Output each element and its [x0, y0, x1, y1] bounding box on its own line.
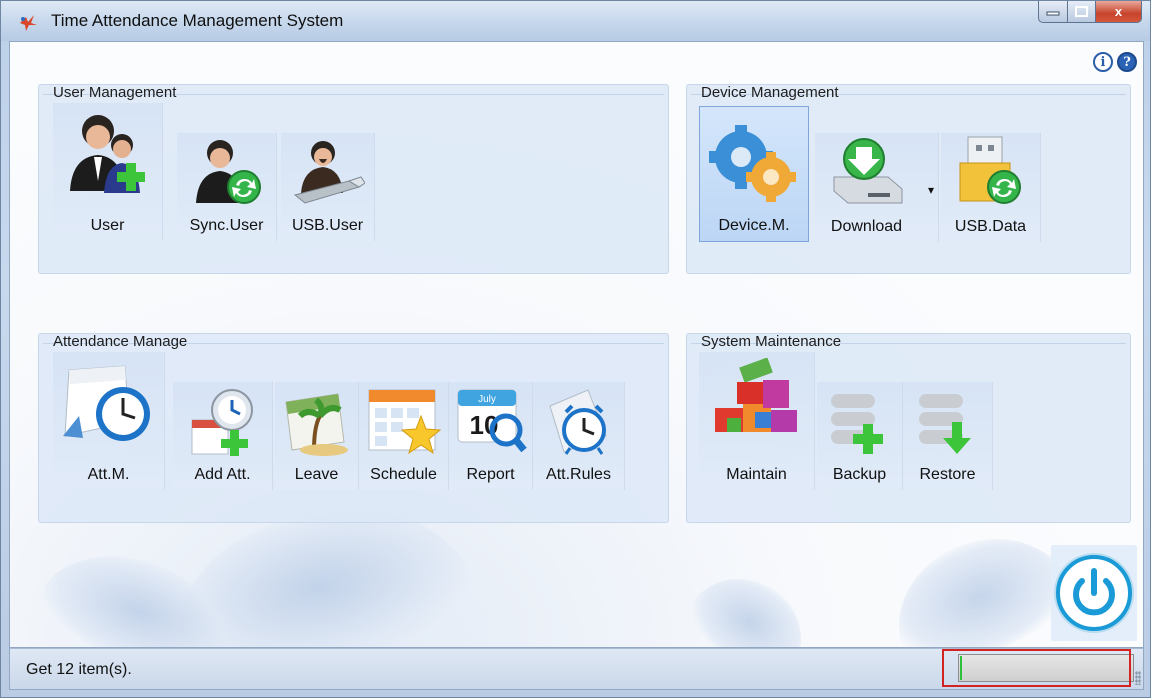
attendance-manage-group: Attendance Manage Att.M. Add Att. Leave … [38, 333, 669, 523]
device-manage-label: Device.M. [718, 217, 790, 234]
backup-button[interactable]: Backup [817, 382, 903, 490]
leave-icon [284, 393, 348, 456]
maintain-label: Maintain [726, 466, 787, 483]
group-title: System Maintenance [701, 333, 842, 350]
attendance-rules-button[interactable]: Att.Rules [533, 382, 625, 490]
add-attendance-label: Add Att. [194, 466, 251, 483]
report-button[interactable]: July 10 Report [449, 382, 533, 490]
maximize-icon [1074, 5, 1088, 17]
report-month: July [478, 394, 496, 405]
usb-user-label: USB.User [291, 217, 364, 234]
help-icon[interactable]: ? [1117, 52, 1137, 72]
download-label: Download [830, 218, 903, 235]
download-button[interactable]: Download ▾ [815, 133, 939, 242]
add-attendance-button[interactable]: Add Att. [173, 382, 273, 490]
gears-icon [709, 125, 796, 202]
user-button[interactable]: User [53, 103, 163, 241]
main-panel: i ? User Management User Sync.User USB.U… [9, 41, 1144, 648]
dropdown-arrow-icon[interactable]: ▾ [928, 183, 934, 197]
sync-user-label: Sync.User [189, 217, 264, 234]
alarm-clock-icon [548, 389, 607, 455]
schedule-button[interactable]: Schedule [359, 382, 449, 490]
download-drive-icon [833, 138, 903, 204]
restore-button[interactable]: Restore [903, 382, 993, 490]
minimize-button[interactable] [1038, 1, 1068, 23]
calendar-clock-icon [62, 365, 150, 441]
close-icon: x [1114, 4, 1123, 19]
maintain-button[interactable]: Maintain [699, 352, 815, 490]
minimize-icon [1046, 11, 1060, 15]
window-title: Time Attendance Management System [51, 11, 344, 30]
group-title: Attendance Manage [53, 333, 188, 350]
schedule-label: Schedule [370, 466, 437, 483]
user-sync-icon [195, 140, 261, 204]
report-label: Report [466, 466, 515, 483]
sync-user-button[interactable]: Sync.User [177, 133, 277, 241]
resize-grip[interactable] [1135, 671, 1141, 685]
status-text: Get 12 item(s). [26, 661, 132, 678]
usb-data-button[interactable]: USB.Data [941, 133, 1041, 242]
title-bar[interactable]: Time Attendance Management System x [1, 1, 1150, 41]
usb-data-label: USB.Data [954, 218, 1027, 235]
group-title: User Management [53, 84, 177, 101]
device-manage-button[interactable]: Device.M. [699, 106, 809, 242]
leave-label: Leave [294, 466, 339, 483]
power-icon [1056, 555, 1132, 631]
power-button[interactable] [1051, 545, 1137, 641]
database-restore-icon [918, 394, 971, 454]
info-icon[interactable]: i [1093, 52, 1113, 72]
attendance-manage-button[interactable]: Att.M. [53, 352, 165, 490]
system-maintenance-group: System Maintenance Maintain Backup Resto… [686, 333, 1131, 523]
schedule-icon [368, 389, 441, 455]
database-add-icon [830, 394, 883, 454]
attendance-manage-label: Att.M. [87, 466, 130, 483]
user-label: User [90, 217, 125, 234]
usb-user-button[interactable]: USB.User [281, 133, 375, 241]
leave-button[interactable]: Leave [275, 382, 359, 490]
group-title: Device Management [701, 84, 839, 101]
maximize-button[interactable] [1068, 1, 1096, 23]
decorative-flower [678, 557, 822, 647]
users-add-icon [69, 115, 145, 193]
highlight-box [942, 649, 1131, 687]
attendance-rules-label: Att.Rules [546, 466, 611, 483]
backup-label: Backup [832, 466, 887, 483]
restore-label: Restore [919, 466, 976, 483]
app-logo-icon [20, 15, 37, 31]
blocks-icon [714, 358, 797, 432]
device-management-group: Device Management Device.M. Download ▾ U… [686, 84, 1131, 274]
add-attendance-icon [191, 389, 253, 456]
usb-data-icon [959, 136, 1021, 204]
user-management-group: User Management User Sync.User USB.User [38, 84, 669, 274]
app-window: Time Attendance Management System x i ? … [0, 0, 1151, 698]
report-calendar-icon: July 10 [457, 389, 527, 453]
close-button[interactable]: x [1096, 1, 1142, 23]
usb-user-icon [293, 141, 365, 204]
